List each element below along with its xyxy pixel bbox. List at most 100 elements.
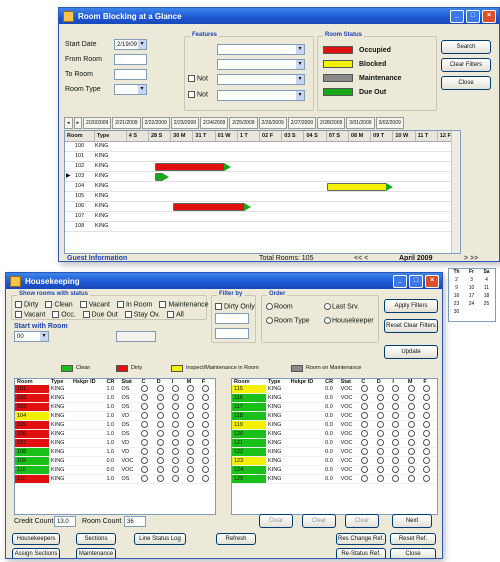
status-radio-cell[interactable] [359,447,375,457]
table-row[interactable]: 118 KING 0.0 VOC [232,411,437,421]
status-radio-cell[interactable] [139,385,155,394]
table-row[interactable]: 121 KING 0.0 VOC [232,438,437,448]
status-radio-cell[interactable] [169,393,185,403]
close-icon[interactable]: × [425,274,439,288]
bottom-button[interactable]: Sections [76,533,116,545]
tab-date[interactable]: 2/24/2009 [200,117,229,129]
tab-date[interactable]: 2/23/2009 [170,117,200,129]
status-radio-cell[interactable] [421,420,437,430]
status-radio-cell[interactable] [374,393,391,403]
booking-bar[interactable] [155,173,169,181]
update-button[interactable]: Update [384,345,438,359]
feature-combo-1[interactable] [217,44,305,55]
status-radio-cell[interactable] [169,385,185,394]
start-date-field[interactable]: 2/19/09 [114,39,147,50]
status-radio-cell[interactable] [154,465,170,475]
table-row[interactable]: 124 KING 0.0 VOC [232,465,437,475]
status-radio-cell[interactable] [184,465,200,475]
table-row[interactable]: 110 KING 0.0 VOC [15,465,215,475]
tab-scroll-right-icon[interactable]: ▸ [73,117,83,129]
clear-filters-button[interactable]: Clear Filters [441,58,491,72]
calendar-day[interactable]: 4 [479,277,494,285]
grid-row[interactable]: 101 KING [65,152,460,162]
status-radio-cell[interactable] [154,411,170,421]
status-radio-cell[interactable] [374,438,391,448]
status-radio-cell[interactable] [199,420,215,430]
status-radio-cell[interactable] [169,411,185,421]
status-radio-cell[interactable] [390,447,406,457]
grid-row[interactable]: 100 KING [65,142,460,152]
table-row[interactable]: 122 KING 0.0 VOC [232,447,437,457]
calendar-day[interactable]: 24 [464,301,479,309]
table-row[interactable]: 101 KING 1.0 OS [15,385,215,394]
table-row[interactable]: 120 KING 0.0 VOC [232,429,437,439]
status-radio-cell[interactable] [139,420,155,430]
maximize-icon[interactable]: □ [466,9,480,23]
tab-date[interactable]: 2/20/2009 [83,117,112,129]
tab-date[interactable]: 2/25/2009 [229,117,258,129]
status-radio-cell[interactable] [199,402,215,412]
dirty-only-checkbox[interactable]: Dirty Only [215,303,255,310]
status-radio-cell[interactable] [154,456,170,466]
table-row[interactable]: 117 KING 0.0 VOC [232,402,437,412]
status-radio-cell[interactable] [169,447,185,457]
table-row[interactable]: 119 KING 0.0 VOC [232,420,437,430]
status-radio-cell[interactable] [421,447,437,457]
status-radio-cell[interactable] [139,411,155,421]
status-radio-cell[interactable] [154,393,170,403]
bottom-button[interactable]: Res Change Ref. [336,533,386,545]
next-button[interactable]: Next [392,514,432,528]
status-checkbox[interactable]: Vacant [15,311,45,318]
status-radio-cell[interactable] [359,420,375,430]
status-radio-cell[interactable] [405,465,422,475]
apply-filters-button[interactable]: Apply Filters [384,299,438,313]
status-radio-cell[interactable] [390,456,406,466]
status-checkbox[interactable]: Occ. [52,311,76,318]
status-radio-cell[interactable] [169,465,185,475]
month-nav-prev[interactable]: << < [354,255,368,261]
filter-field-2[interactable] [215,328,249,339]
status-radio-cell[interactable] [199,465,215,475]
status-radio-cell[interactable] [139,402,155,412]
status-radio-cell[interactable] [169,402,185,412]
clear-button-2[interactable]: Clear [302,514,336,528]
status-radio-cell[interactable] [139,429,155,439]
booking-bar[interactable] [173,203,251,211]
tab-date[interactable]: 2/21/2009 [112,117,141,129]
start-room-combo[interactable]: 00 [14,331,49,342]
status-radio-cell[interactable] [374,474,391,484]
minimize-icon[interactable]: _ [393,274,407,288]
table-row[interactable]: 115 KING 0.0 VOC [232,385,437,394]
table-row[interactable]: 103 KING 1.0 OS [15,402,215,412]
booking-bar[interactable] [327,183,393,191]
status-radio-cell[interactable] [154,429,170,439]
status-radio-cell[interactable] [199,474,215,484]
order-housekeeper-radio[interactable]: Housekeeper [324,317,374,324]
order-room-type-radio[interactable]: Room Type [266,317,310,324]
status-radio-cell[interactable] [421,465,437,475]
table-row[interactable]: 109 KING 0.0 VOC [15,456,215,466]
maximize-icon[interactable]: □ [409,274,423,288]
calendar-day[interactable]: 10 [464,285,479,293]
status-radio-cell[interactable] [184,385,200,394]
room-blocking-titlebar[interactable]: Room Blocking at a Glance _ □ × [59,8,499,24]
table-row[interactable]: 104 KING 1.0 VD [15,411,215,421]
table-row[interactable]: 102 KING 1.0 OS [15,393,215,403]
bottom-button[interactable]: Re-Status Ref. [336,548,386,558]
table-row[interactable]: 111 KING 1.0 OS [15,474,215,484]
calendar-day[interactable]: 18 [479,293,494,301]
status-radio-cell[interactable] [199,385,215,394]
tab-date[interactable]: 3/01/2009 [346,117,375,129]
status-radio-cell[interactable] [139,393,155,403]
tab-date[interactable]: 3/02/2009 [375,117,404,129]
status-radio-cell[interactable] [390,393,406,403]
feature-combo-3[interactable] [217,74,305,85]
status-radio-cell[interactable] [184,411,200,421]
status-radio-cell[interactable] [359,411,375,421]
status-radio-cell[interactable] [374,411,391,421]
calendar-day[interactable]: 16 [449,293,464,301]
status-radio-cell[interactable] [184,456,200,466]
clear-button-1[interactable]: Clear [259,514,293,528]
status-radio-cell[interactable] [154,402,170,412]
filter-field-1[interactable] [215,313,249,324]
